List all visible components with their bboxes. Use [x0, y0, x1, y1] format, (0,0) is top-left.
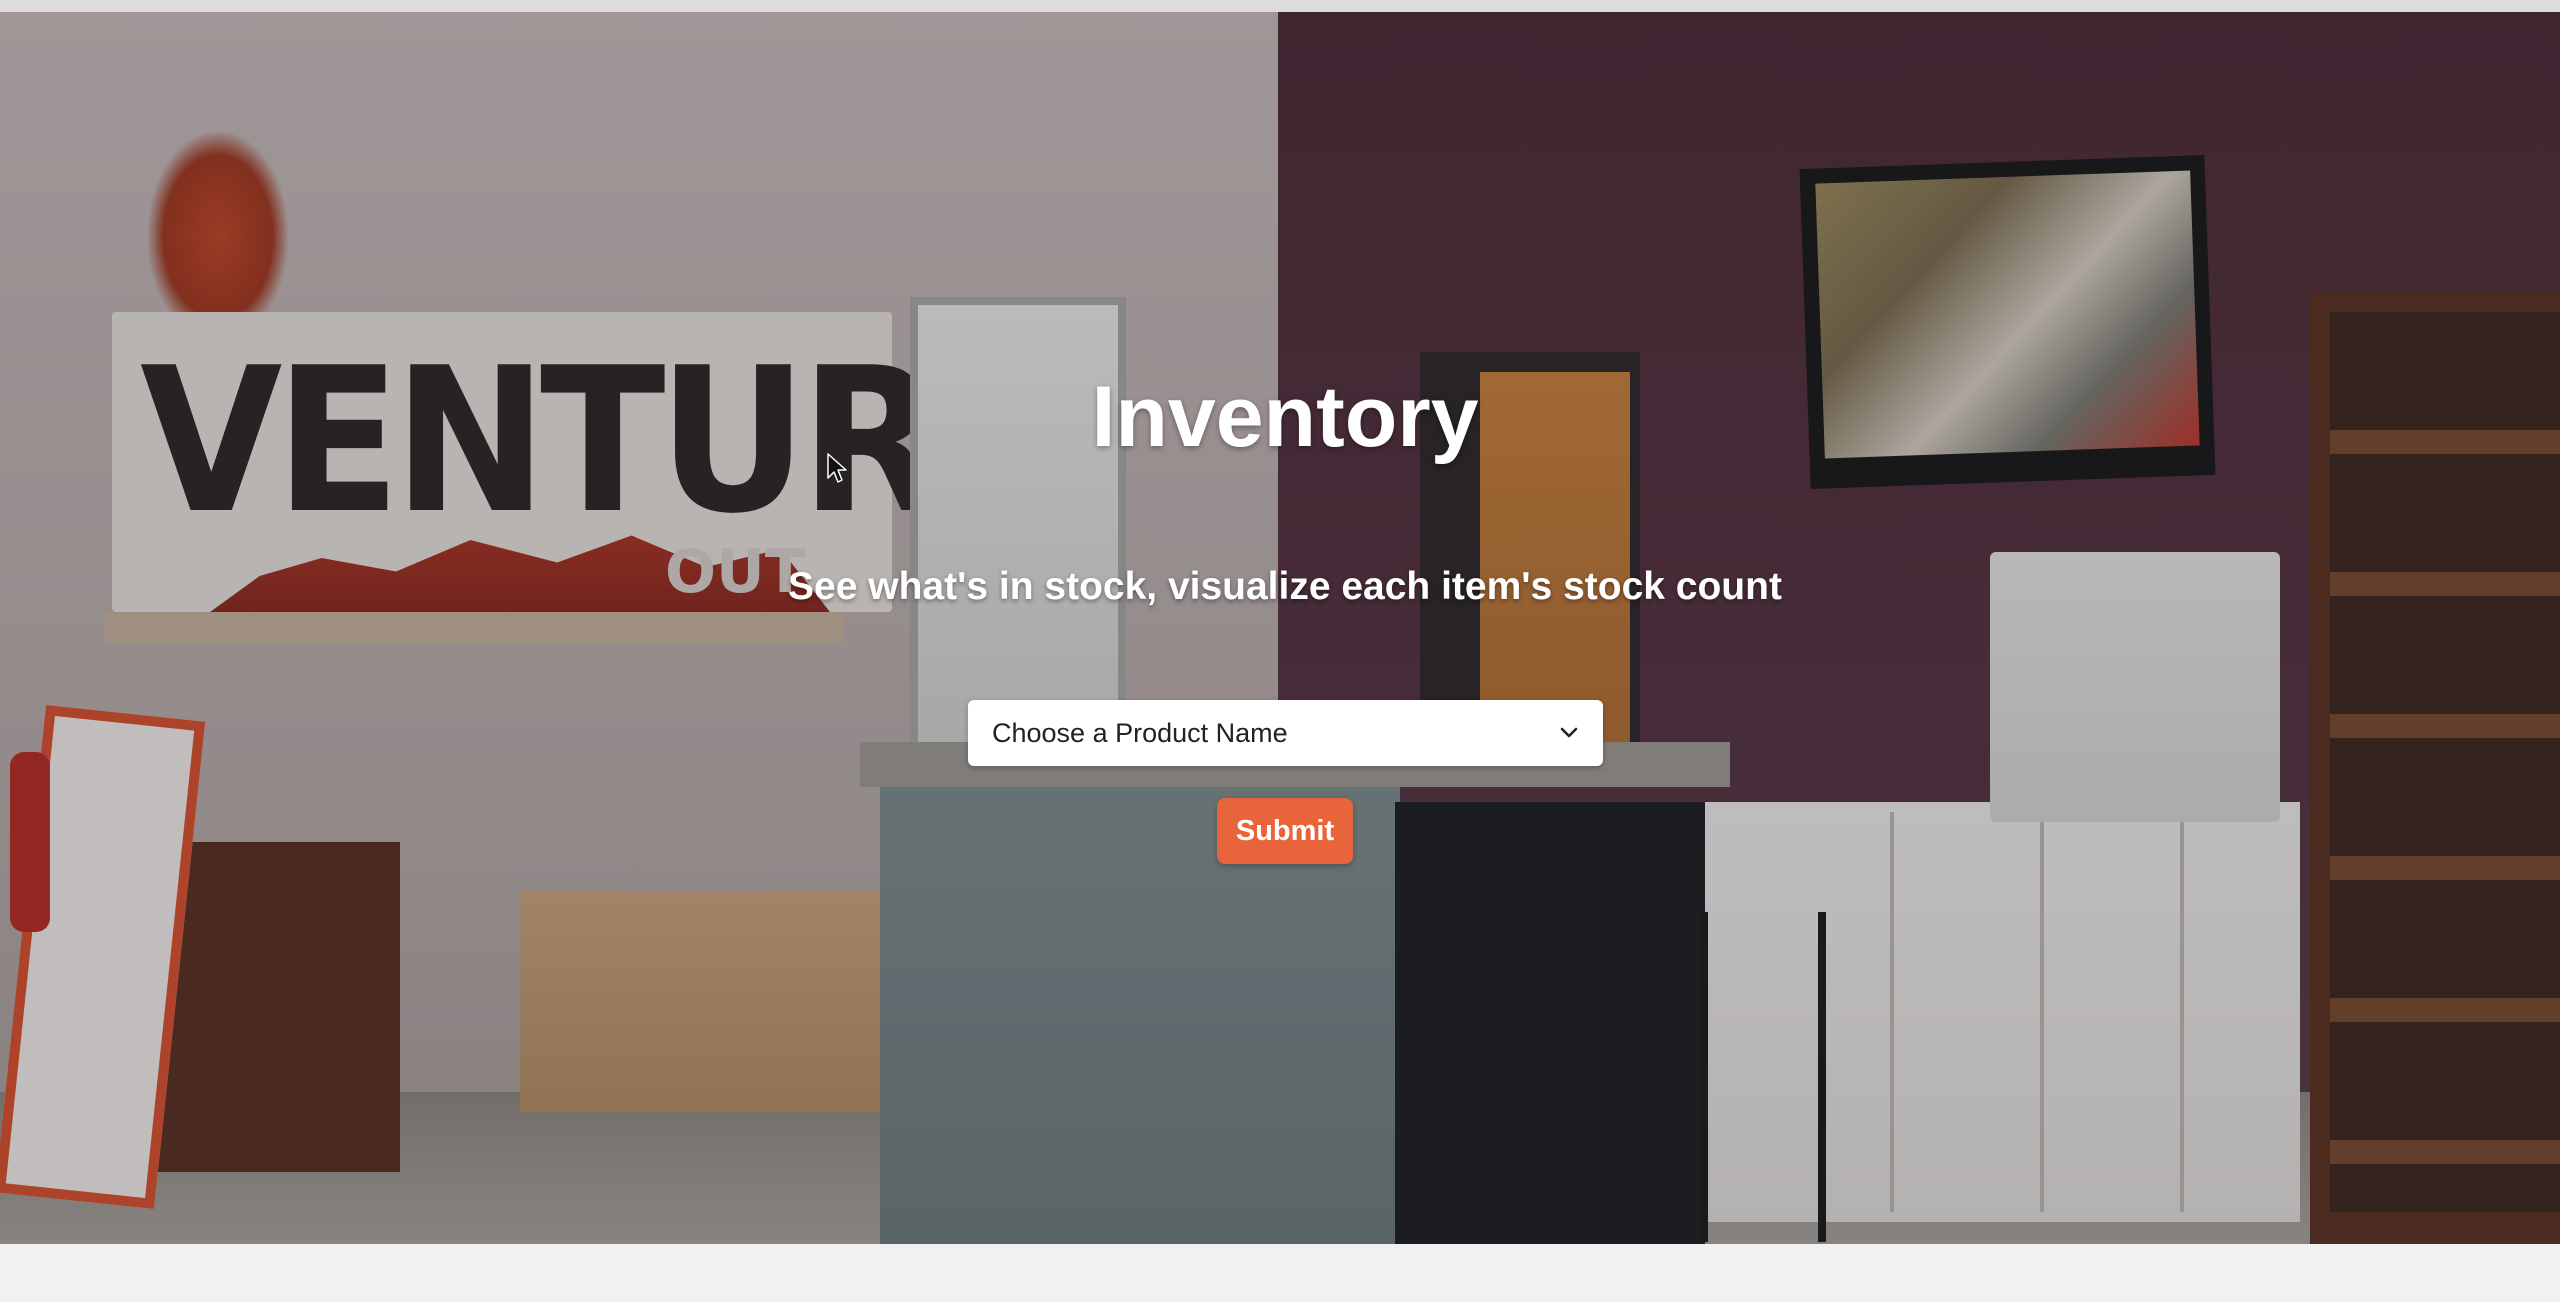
chevron-down-icon: [1560, 727, 1578, 738]
mouse-cursor-icon: [827, 453, 847, 483]
submit-button[interactable]: Submit: [1217, 798, 1353, 864]
hero-banner: VENTURE OUT Inventory See what's in stoc…: [0, 12, 2560, 1244]
page-title: Inventory: [1091, 369, 1479, 465]
product-select-value: Choose a Product Name: [992, 718, 1288, 748]
bottom-strip: [0, 1244, 2560, 1302]
product-name-select[interactable]: Choose a Product Name: [968, 700, 1603, 766]
page-subtitle: See what's in stock, visualize each item…: [788, 565, 1782, 608]
hero-dim-overlay: [0, 12, 2560, 1244]
top-strip: [0, 0, 2560, 12]
